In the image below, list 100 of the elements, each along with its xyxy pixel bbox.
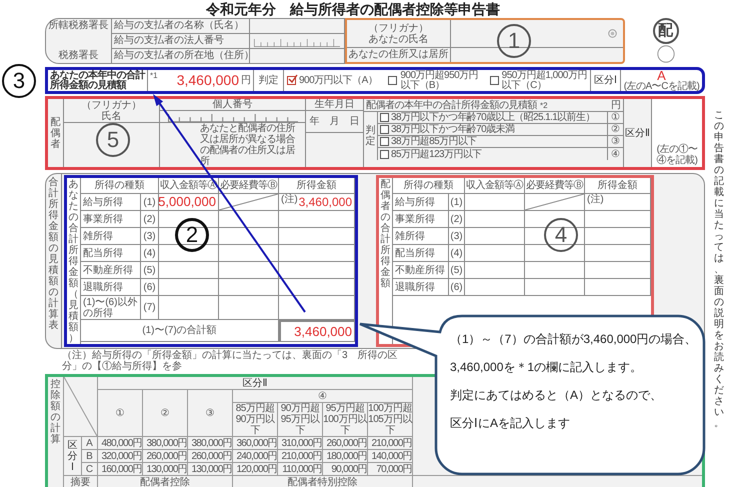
- circled-number: 2: [175, 218, 209, 252]
- table-cell: [159, 279, 219, 296]
- income-type: 退職所得: [81, 279, 141, 296]
- table-cell: [159, 228, 219, 245]
- row-number: (7): [141, 296, 159, 320]
- field-label: （フリガナ）: [368, 22, 428, 34]
- table-cell: 310,000円: [278, 437, 323, 450]
- office-label: 税務署長: [58, 50, 98, 62]
- table-cell: 130,000円: [188, 463, 233, 476]
- section-label: 合計所得金額の見積額の計算表: [48, 177, 59, 333]
- income-type: 配当所得: [393, 245, 449, 262]
- table-cell: [585, 228, 651, 245]
- table-cell: [585, 262, 651, 279]
- table-cell: [219, 279, 279, 296]
- field-label: 配偶者の本年中の合計所得金額の見積額: [366, 100, 537, 110]
- table-cell: 380,000円: [143, 437, 188, 450]
- seal-icon: [608, 29, 617, 38]
- income-type: 給与所得: [81, 194, 141, 211]
- table-cell: 110,000円: [278, 463, 323, 476]
- field-label: 生年月日: [306, 99, 363, 111]
- column-header: 所得の種類: [81, 178, 159, 194]
- checkbox[interactable]: [380, 125, 389, 134]
- table-cell: 180,000円: [323, 450, 368, 463]
- table-cell: 260,000円: [188, 450, 233, 463]
- field-label: 判定: [365, 125, 376, 147]
- field-label: あなたの本年中の合計所得金額の見積額: [48, 70, 148, 91]
- option-number: ②: [607, 124, 623, 135]
- table-cell: [219, 262, 279, 279]
- table-cell: [585, 245, 651, 262]
- row-number: (1): [141, 194, 159, 211]
- field-hint: (左のA〜Cを記載): [624, 82, 700, 92]
- row-number: (2): [141, 211, 159, 228]
- form-title: 令和元年分 給与所得者の配偶者控除等申告書: [205, 0, 501, 18]
- total-label: (1)〜(7)の合計額: [81, 320, 279, 342]
- table-cell: 480,000円: [98, 437, 143, 450]
- column-header: 100万円超105万円以下: [368, 403, 413, 437]
- option-label: 900万円以下（A）: [299, 76, 378, 86]
- row-number: (1): [449, 194, 465, 211]
- table-cell: [465, 211, 525, 228]
- option-label: 38万円超85万円以下: [391, 136, 477, 147]
- amount: 3,460,000: [176, 71, 239, 90]
- table-cell: [525, 228, 585, 245]
- table-cell: [525, 245, 585, 262]
- circled-number: 5: [96, 123, 130, 157]
- table-cell: [465, 245, 525, 262]
- column-header: 収入金額等Ⓐ: [465, 178, 525, 194]
- column-header: ③: [188, 390, 233, 437]
- field-label: 個人番号: [160, 99, 305, 111]
- amount: 3,460,000: [298, 194, 352, 210]
- table-cell: [159, 296, 219, 320]
- field-label: 氏名: [102, 111, 122, 122]
- table-cell: 360,000円: [233, 437, 278, 450]
- callout-text: （1）～（7）の合計額が3,460,000円の場合、: [450, 332, 697, 346]
- income-type: 雑所得: [81, 228, 141, 245]
- table-cell: [159, 262, 219, 279]
- row-number: (3): [449, 228, 465, 245]
- unit-label: 円: [611, 100, 621, 110]
- checkbox[interactable]: [287, 76, 296, 85]
- column-header: ②: [143, 390, 188, 437]
- table-cell: [465, 262, 525, 279]
- row-label: C: [82, 463, 98, 476]
- option-number: ③: [607, 136, 623, 147]
- column-header: 95万円超100万円以下: [323, 403, 368, 437]
- row-label: A: [82, 437, 98, 450]
- column-header: 所得の種類: [393, 178, 465, 194]
- column-header: 85万円超90万円以下: [233, 403, 278, 437]
- table-cell: 240,000円: [233, 450, 278, 463]
- checkbox[interactable]: [380, 113, 389, 122]
- column-header: 所得金額: [585, 178, 651, 194]
- income-type: (1)〜(6)以外の所得: [81, 296, 141, 320]
- note-mark: *2: [540, 100, 548, 110]
- callout-text: 区分ⅠにAを記入します: [450, 416, 572, 430]
- table-cell: [219, 245, 279, 262]
- stamp-label: 配: [652, 18, 678, 44]
- checkbox[interactable]: [380, 150, 389, 158]
- table-cell: 90,000円: [323, 463, 368, 476]
- office-label: 所轄税務署長: [48, 20, 108, 32]
- checkbox[interactable]: [490, 76, 499, 85]
- table-cell: [465, 228, 525, 245]
- column-footer: 配偶者特別控除: [233, 476, 413, 487]
- table-cell: 210,000円: [368, 437, 413, 450]
- table-cell: [219, 296, 279, 320]
- option-label: 900万円超950万円以下（B）: [400, 70, 480, 90]
- row-number: (6): [141, 279, 159, 296]
- field-label: あなたの住所又は居所: [347, 48, 451, 62]
- table-cell: [525, 279, 585, 296]
- checkbox[interactable]: [388, 76, 398, 85]
- income-type: 事業所得: [393, 211, 449, 228]
- field-label: 給与の支払者の名称（氏名）: [112, 19, 250, 33]
- circled-number: 3: [2, 64, 36, 98]
- column-header: 必要経費等Ⓑ: [525, 178, 585, 194]
- row-number: (3): [141, 228, 159, 245]
- circled-number: 4: [544, 218, 578, 252]
- option-label: 85万円超123万円以下: [391, 148, 482, 160]
- row-group-label: 区分Ⅰ: [67, 440, 78, 472]
- income-type: 退職所得: [393, 279, 449, 296]
- table-cell: 160,000円: [98, 463, 143, 476]
- checkbox[interactable]: [380, 137, 389, 146]
- column-header: ①: [98, 390, 143, 437]
- row-number: (5): [141, 262, 159, 279]
